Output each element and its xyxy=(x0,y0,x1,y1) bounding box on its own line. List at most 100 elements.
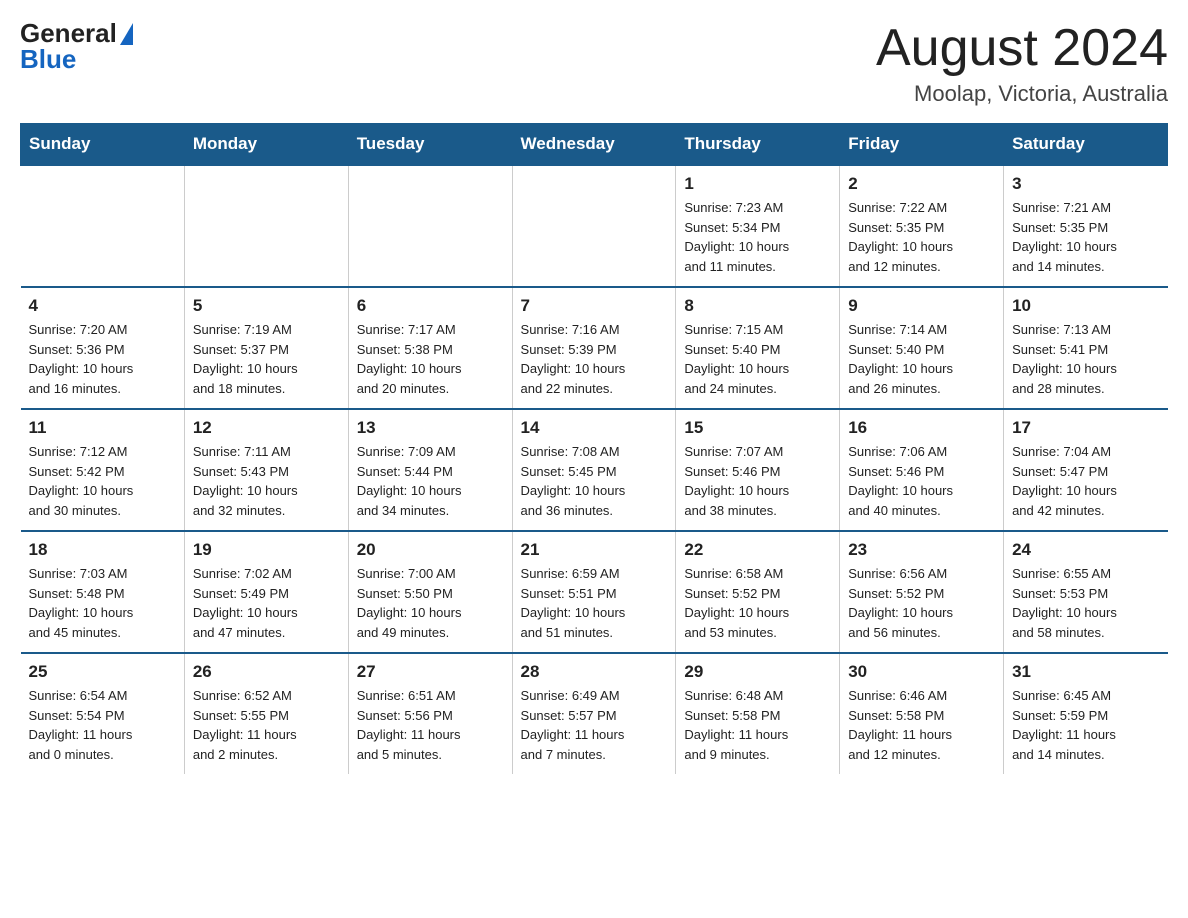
day-info: Sunrise: 7:04 AMSunset: 5:47 PMDaylight:… xyxy=(1012,442,1159,520)
day-number: 28 xyxy=(521,662,668,682)
header-day-tuesday: Tuesday xyxy=(348,124,512,166)
page-header: General Blue August 2024 Moolap, Victori… xyxy=(20,20,1168,107)
day-number: 23 xyxy=(848,540,995,560)
day-number: 12 xyxy=(193,418,340,438)
day-info: Sunrise: 6:59 AMSunset: 5:51 PMDaylight:… xyxy=(521,564,668,642)
day-info: Sunrise: 6:49 AMSunset: 5:57 PMDaylight:… xyxy=(521,686,668,764)
day-info: Sunrise: 7:22 AMSunset: 5:35 PMDaylight:… xyxy=(848,198,995,276)
day-number: 13 xyxy=(357,418,504,438)
day-number: 19 xyxy=(193,540,340,560)
calendar-cell: 1 Sunrise: 7:23 AMSunset: 5:34 PMDaylight… xyxy=(676,165,840,287)
day-info: Sunrise: 7:23 AMSunset: 5:34 PMDaylight:… xyxy=(684,198,831,276)
title-area: August 2024 Moolap, Victoria, Australia xyxy=(876,20,1168,107)
day-info: Sunrise: 6:58 AMSunset: 5:52 PMDaylight:… xyxy=(684,564,831,642)
day-number: 1 xyxy=(684,174,831,194)
header-day-sunday: Sunday xyxy=(21,124,185,166)
calendar-cell xyxy=(512,165,676,287)
day-number: 6 xyxy=(357,296,504,316)
calendar-cell: 21 Sunrise: 6:59 AMSunset: 5:51 PMDayligh… xyxy=(512,531,676,653)
header-day-thursday: Thursday xyxy=(676,124,840,166)
day-number: 15 xyxy=(684,418,831,438)
calendar-table: SundayMondayTuesdayWednesdayThursdayFrid… xyxy=(20,123,1168,774)
day-number: 29 xyxy=(684,662,831,682)
calendar-cell: 27Sunrise: 6:51 AMSunset: 5:56 PMDayligh… xyxy=(348,653,512,774)
calendar-cell: 20Sunrise: 7:00 AMSunset: 5:50 PMDayligh… xyxy=(348,531,512,653)
header-day-wednesday: Wednesday xyxy=(512,124,676,166)
calendar-cell xyxy=(184,165,348,287)
month-title: August 2024 xyxy=(876,20,1168,77)
day-info: Sunrise: 6:45 AMSunset: 5:59 PMDaylight:… xyxy=(1012,686,1159,764)
day-info: Sunrise: 7:09 AMSunset: 5:44 PMDaylight:… xyxy=(357,442,504,520)
logo-blue: Blue xyxy=(20,44,76,74)
day-number: 22 xyxy=(684,540,831,560)
day-info: Sunrise: 7:12 AMSunset: 5:42 PMDaylight:… xyxy=(29,442,176,520)
calendar-cell: 4Sunrise: 7:20 AMSunset: 5:36 PMDaylight… xyxy=(21,287,185,409)
calendar-cell: 24Sunrise: 6:55 AMSunset: 5:53 PMDayligh… xyxy=(1004,531,1168,653)
calendar-cell: 7 Sunrise: 7:16 AMSunset: 5:39 PMDaylight… xyxy=(512,287,676,409)
logo-triangle-icon xyxy=(120,23,133,45)
day-info: Sunrise: 6:48 AMSunset: 5:58 PMDaylight:… xyxy=(684,686,831,764)
day-info: Sunrise: 7:06 AMSunset: 5:46 PMDaylight:… xyxy=(848,442,995,520)
calendar-cell: 11 Sunrise: 7:12 AMSunset: 5:42 PMDayligh… xyxy=(21,409,185,531)
calendar-cell: 10Sunrise: 7:13 AMSunset: 5:41 PMDayligh… xyxy=(1004,287,1168,409)
calendar-cell: 17Sunrise: 7:04 AMSunset: 5:47 PMDayligh… xyxy=(1004,409,1168,531)
calendar-cell: 29 Sunrise: 6:48 AMSunset: 5:58 PMDayligh… xyxy=(676,653,840,774)
calendar-cell: 25 Sunrise: 6:54 AMSunset: 5:54 PMDayligh… xyxy=(21,653,185,774)
day-info: Sunrise: 6:54 AMSunset: 5:54 PMDaylight:… xyxy=(29,686,176,764)
calendar-cell: 18Sunrise: 7:03 AMSunset: 5:48 PMDayligh… xyxy=(21,531,185,653)
calendar-cell: 16 Sunrise: 7:06 AMSunset: 5:46 PMDayligh… xyxy=(840,409,1004,531)
calendar-cell: 12Sunrise: 7:11 AMSunset: 5:43 PMDayligh… xyxy=(184,409,348,531)
calendar-cell: 8 Sunrise: 7:15 AMSunset: 5:40 PMDaylight… xyxy=(676,287,840,409)
day-number: 21 xyxy=(521,540,668,560)
calendar-cell: 9 Sunrise: 7:14 AMSunset: 5:40 PMDaylight… xyxy=(840,287,1004,409)
day-number: 26 xyxy=(193,662,340,682)
calendar-cell: 6 Sunrise: 7:17 AMSunset: 5:38 PMDaylight… xyxy=(348,287,512,409)
day-number: 16 xyxy=(848,418,995,438)
calendar-cell: 3 Sunrise: 7:21 AMSunset: 5:35 PMDaylight… xyxy=(1004,165,1168,287)
day-number: 5 xyxy=(193,296,340,316)
day-info: Sunrise: 7:07 AMSunset: 5:46 PMDaylight:… xyxy=(684,442,831,520)
day-number: 11 xyxy=(29,418,176,438)
calendar-cell: 30 Sunrise: 6:46 AMSunset: 5:58 PMDayligh… xyxy=(840,653,1004,774)
day-number: 9 xyxy=(848,296,995,316)
day-number: 24 xyxy=(1012,540,1159,560)
day-info: Sunrise: 7:14 AMSunset: 5:40 PMDaylight:… xyxy=(848,320,995,398)
calendar-cell: 5 Sunrise: 7:19 AMSunset: 5:37 PMDaylight… xyxy=(184,287,348,409)
header-day-friday: Friday xyxy=(840,124,1004,166)
day-number: 27 xyxy=(357,662,504,682)
day-number: 8 xyxy=(684,296,831,316)
calendar-cell: 15 Sunrise: 7:07 AMSunset: 5:46 PMDayligh… xyxy=(676,409,840,531)
day-info: Sunrise: 6:46 AMSunset: 5:58 PMDaylight:… xyxy=(848,686,995,764)
day-number: 14 xyxy=(521,418,668,438)
day-number: 7 xyxy=(521,296,668,316)
day-info: Sunrise: 7:15 AMSunset: 5:40 PMDaylight:… xyxy=(684,320,831,398)
day-info: Sunrise: 7:16 AMSunset: 5:39 PMDaylight:… xyxy=(521,320,668,398)
header-day-saturday: Saturday xyxy=(1004,124,1168,166)
calendar-cell: 19Sunrise: 7:02 AMSunset: 5:49 PMDayligh… xyxy=(184,531,348,653)
day-number: 18 xyxy=(29,540,176,560)
calendar-cell: 13 Sunrise: 7:09 AMSunset: 5:44 PMDayligh… xyxy=(348,409,512,531)
calendar-cell: 14Sunrise: 7:08 AMSunset: 5:45 PMDayligh… xyxy=(512,409,676,531)
day-info: Sunrise: 7:17 AMSunset: 5:38 PMDaylight:… xyxy=(357,320,504,398)
day-number: 4 xyxy=(29,296,176,316)
calendar-cell: 23 Sunrise: 6:56 AMSunset: 5:52 PMDayligh… xyxy=(840,531,1004,653)
day-number: 25 xyxy=(29,662,176,682)
header-row: SundayMondayTuesdayWednesdayThursdayFrid… xyxy=(21,124,1168,166)
logo-general: General xyxy=(20,20,117,46)
day-number: 31 xyxy=(1012,662,1159,682)
week-row-3: 11 Sunrise: 7:12 AMSunset: 5:42 PMDayligh… xyxy=(21,409,1168,531)
calendar-cell: 26Sunrise: 6:52 AMSunset: 5:55 PMDayligh… xyxy=(184,653,348,774)
day-number: 2 xyxy=(848,174,995,194)
calendar-cell xyxy=(21,165,185,287)
week-row-4: 18Sunrise: 7:03 AMSunset: 5:48 PMDayligh… xyxy=(21,531,1168,653)
day-info: Sunrise: 7:13 AMSunset: 5:41 PMDaylight:… xyxy=(1012,320,1159,398)
week-row-2: 4Sunrise: 7:20 AMSunset: 5:36 PMDaylight… xyxy=(21,287,1168,409)
week-row-5: 25 Sunrise: 6:54 AMSunset: 5:54 PMDayligh… xyxy=(21,653,1168,774)
day-info: Sunrise: 7:21 AMSunset: 5:35 PMDaylight:… xyxy=(1012,198,1159,276)
day-number: 3 xyxy=(1012,174,1159,194)
day-number: 30 xyxy=(848,662,995,682)
calendar-cell xyxy=(348,165,512,287)
day-info: Sunrise: 6:56 AMSunset: 5:52 PMDaylight:… xyxy=(848,564,995,642)
day-number: 20 xyxy=(357,540,504,560)
day-info: Sunrise: 7:19 AMSunset: 5:37 PMDaylight:… xyxy=(193,320,340,398)
